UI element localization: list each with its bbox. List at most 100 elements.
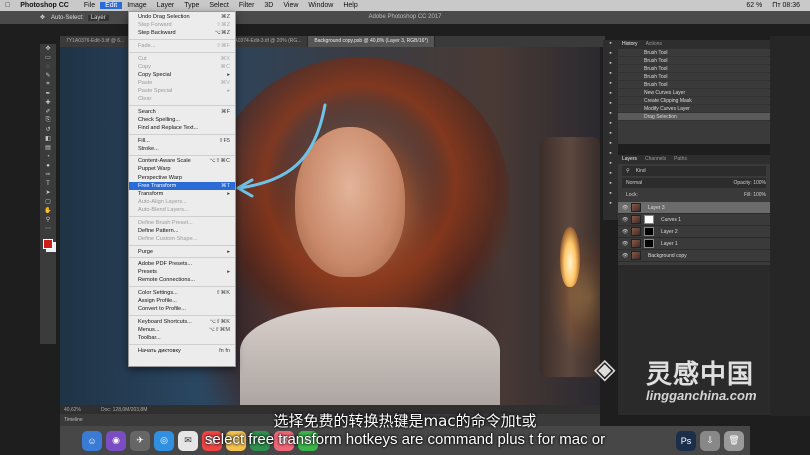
doc-size[interactable]: Doc: 128,0M/203,8M (101, 407, 147, 413)
menu-image[interactable]: Image (122, 2, 151, 9)
menu-item-step-backward[interactable]: Step Backward ⌥⌘Z (129, 29, 235, 37)
tab-actions[interactable]: Actions (646, 40, 662, 49)
layer-mask-thumbnail[interactable] (644, 227, 654, 236)
photos-icon[interactable]: ✿ (274, 430, 294, 451)
notes-icon[interactable]: ≡ (226, 430, 246, 451)
quick-select-tool-icon[interactable]: ✎ (40, 71, 56, 80)
menu-item-cut[interactable]: Cut ⌘X (129, 55, 235, 63)
layer-mask-thumbnail[interactable] (644, 239, 654, 248)
visibility-eye-icon[interactable]: 👁 (622, 241, 628, 247)
menu-item-fill[interactable]: Fill... ⇧F5 (129, 137, 235, 145)
messages-icon[interactable]: ✆ (298, 430, 318, 451)
eraser-tool-icon[interactable]: ◧ (40, 134, 56, 143)
menu-layer[interactable]: Layer (152, 2, 180, 9)
paragraph-panel-icon[interactable]: ▪ (603, 140, 618, 150)
menu-view[interactable]: View (278, 2, 303, 9)
crop-tool-icon[interactable]: ⌗ (40, 80, 56, 89)
battery-indicator[interactable]: 62 % (741, 2, 767, 9)
safari-icon[interactable]: ◎ (154, 430, 174, 451)
blur-tool-icon[interactable]: ◔ (40, 152, 56, 161)
tab-layers[interactable]: Layers (622, 155, 637, 164)
menu-item-toolbar[interactable]: Toolbar... (129, 334, 235, 342)
menu-item-remote-connections[interactable]: Remote Connections... (129, 276, 235, 284)
fill-value[interactable]: 100% (753, 192, 766, 198)
history-state[interactable]: Brush Tool (618, 57, 770, 65)
history-state[interactable]: Brush Tool (618, 81, 770, 89)
clock[interactable]: Пт 08:36 (767, 2, 805, 9)
history-state[interactable]: Modify Curves Layer (618, 105, 770, 113)
layer-row[interactable]: 👁 Background copy (618, 250, 770, 262)
menu-filter[interactable]: Filter (234, 2, 260, 9)
path-select-tool-icon[interactable]: ➤ (40, 188, 56, 197)
menu-item-keyboard-shortcuts[interactable]: Keyboard Shortcuts... ⌥⇧⌘K (129, 318, 235, 326)
hand-tool-icon[interactable]: ✋ (40, 206, 56, 215)
siri-icon[interactable]: ◉ (106, 430, 126, 451)
auto-select-checkbox[interactable]: Auto-Select: (51, 15, 84, 21)
menu-item-define-custom-shape[interactable]: Define Custom Shape... (129, 235, 235, 243)
app-menu[interactable]: Photoshop CC (15, 2, 74, 9)
menu-item-paste[interactable]: Paste ⌘V (129, 79, 235, 87)
actions-panel-icon[interactable]: ▪ (603, 50, 618, 60)
document-tab[interactable]: 7Y1A0376-Edit-3.tif @ 6... (60, 36, 132, 47)
pen-tool-icon[interactable]: ✑ (40, 170, 56, 179)
history-state[interactable]: Brush Tool (618, 65, 770, 73)
layer-row[interactable]: 👁 Curves 1 (618, 214, 770, 226)
menu-item-convert-to-profile[interactable]: Convert to Profile... (129, 305, 235, 313)
menu-item-auto-align-layers[interactable]: Auto-Align Layers... (129, 198, 235, 206)
layer-row[interactable]: 👁 Layer 2 (618, 226, 770, 238)
photoshop-icon[interactable]: Ps (676, 430, 696, 451)
paths-panel-icon[interactable]: ▪ (603, 110, 618, 120)
history-state[interactable]: Drag Selection (618, 113, 770, 121)
layer-row[interactable]: 👁 Layer 1 (618, 238, 770, 250)
menu-item-define-pattern[interactable]: Define Pattern... (129, 227, 235, 235)
shape-tool-icon[interactable]: ▢ (40, 197, 56, 206)
menu-select[interactable]: Select (204, 2, 233, 9)
maps-icon[interactable]: ⌖ (250, 430, 270, 451)
menu-item-assign-profile[interactable]: Assign Profile... (129, 297, 235, 305)
clone-stamp-tool-icon[interactable]: ⎘ (40, 116, 56, 125)
type-tool-icon[interactable]: T (40, 179, 56, 188)
menu-item-search[interactable]: Search ⌘F (129, 108, 235, 116)
channels-panel-icon[interactable]: ▪ (603, 120, 618, 130)
move-tool-icon[interactable]: ✥ (40, 14, 45, 21)
menu-item-transform[interactable]: Transform ▸ (129, 190, 235, 198)
adjustments-panel-icon[interactable]: ▪ (603, 90, 618, 100)
layer-filter-select[interactable]: ⚲ Kind (622, 166, 766, 176)
layer-row[interactable]: 👁 Layer 3 (618, 202, 770, 214)
menu-item-purge[interactable]: Purge ▸ (129, 248, 235, 256)
history-state[interactable]: Brush Tool (618, 49, 770, 57)
menu-item-define-brush-preset[interactable]: Define Brush Preset... (129, 219, 235, 227)
auto-select-target[interactable]: Layer (87, 14, 109, 21)
character-panel-icon[interactable]: ▪ (603, 130, 618, 140)
visibility-eye-icon[interactable]: 👁 (622, 253, 628, 259)
info-panel-icon[interactable]: ▪ (603, 180, 618, 190)
menu-item-menus[interactable]: Menus... ⌥⇧⌘M (129, 326, 235, 334)
eyedropper-tool-icon[interactable]: ✒ (40, 89, 56, 98)
menu-item-step-forward[interactable]: Step Forward ⇧⌘Z (129, 21, 235, 29)
tab-history[interactable]: History (622, 40, 638, 49)
menu-window[interactable]: Window (303, 2, 338, 9)
menu-item-auto-blend-layers[interactable]: Auto-Blend Layers... (129, 206, 235, 214)
downloads-icon[interactable]: ⇩ (700, 430, 720, 451)
menu-item-paste-special[interactable]: Paste Special ▸ (129, 87, 235, 95)
libraries-panel-icon[interactable]: ▪ (603, 100, 618, 110)
menu-file[interactable]: File (79, 2, 100, 9)
lasso-tool-icon[interactable]: ◌ (40, 62, 56, 71)
zoom-level[interactable]: 40,62% (64, 407, 81, 413)
menu-item-perspective-warp[interactable]: Perspective Warp (129, 174, 235, 182)
history-state[interactable]: Create Clipping Mask (618, 97, 770, 105)
marquee-tool-icon[interactable]: ▭ (40, 53, 56, 62)
history-brush-tool-icon[interactable]: ↺ (40, 125, 56, 134)
menu-item-check-spelling[interactable]: Check Spelling... (129, 116, 235, 124)
menu-item-find-and-replace-text[interactable]: Find and Replace Text... (129, 124, 235, 132)
color-panel-icon[interactable]: ▪ (603, 60, 618, 70)
trash-icon[interactable]: 🗑 (724, 430, 744, 451)
history-state[interactable]: New Curves Layer (618, 89, 770, 97)
swatches-panel-icon[interactable]: ▪ (603, 70, 618, 80)
menu-item-начать-диктовку[interactable]: Начать диктовку fn fn (129, 347, 235, 355)
healing-tool-icon[interactable]: ✚ (40, 98, 56, 107)
layer-mask-thumbnail[interactable] (644, 215, 654, 224)
menu-item-undo-drag-selection[interactable]: Undo Drag Selection ⌘Z (129, 13, 235, 21)
visibility-eye-icon[interactable]: 👁 (622, 217, 628, 223)
menu-edit[interactable]: Edit (100, 2, 123, 9)
